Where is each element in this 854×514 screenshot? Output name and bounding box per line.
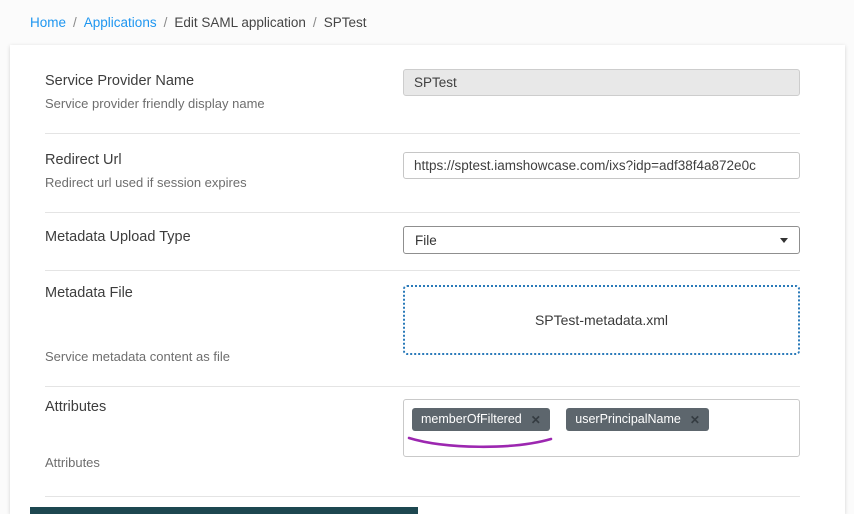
metadata-file-name: SPTest-metadata.xml: [535, 312, 668, 328]
edit-saml-application-form: Service Provider Name Service provider f…: [10, 45, 845, 514]
breadcrumb-separator: /: [73, 15, 77, 30]
metadata-upload-type-value: File: [415, 233, 437, 248]
breadcrumb-link-home[interactable]: Home: [30, 15, 66, 30]
attributes-input[interactable]: memberOfFiltered ✕ userPrincipalName ✕: [403, 399, 800, 457]
purple-underline-annotation: [405, 435, 555, 451]
redirect-url-help: Redirect url used if session expires: [45, 175, 403, 190]
field-row-attributes: Attributes Attributes memberOfFiltered ✕…: [45, 387, 800, 497]
remove-attribute-icon[interactable]: ✕: [531, 414, 541, 426]
field-row-redirect-url: Redirect Url Redirect url used if sessio…: [45, 134, 800, 213]
breadcrumb-item-edit-saml-application: Edit SAML application: [174, 15, 306, 30]
field-row-service-provider-name: Service Provider Name Service provider f…: [45, 45, 800, 134]
metadata-upload-type-label: Metadata Upload Type: [45, 229, 403, 245]
field-row-metadata-file: Metadata File Service metadata content a…: [45, 271, 800, 387]
attribute-chip-label: userPrincipalName: [575, 412, 681, 427]
attribute-chip-label: memberOfFiltered: [421, 412, 522, 427]
breadcrumb-separator: /: [164, 15, 168, 30]
metadata-upload-type-select[interactable]: File: [403, 226, 800, 254]
redirect-url-input[interactable]: [403, 152, 800, 179]
service-provider-name-label: Service Provider Name: [45, 73, 403, 89]
attribute-chip: userPrincipalName ✕: [566, 408, 709, 431]
metadata-file-dropzone[interactable]: SPTest-metadata.xml: [403, 285, 800, 355]
attributes-help: Attributes: [45, 455, 403, 470]
metadata-file-help: Service metadata content as file: [45, 349, 403, 364]
chevron-down-icon: [780, 238, 788, 243]
field-row-metadata-upload-type: Metadata Upload Type File: [45, 213, 800, 271]
breadcrumb-separator: /: [313, 15, 317, 30]
breadcrumb-link-applications[interactable]: Applications: [84, 15, 157, 30]
attribute-chip: memberOfFiltered ✕: [412, 408, 550, 431]
footer-bar: [30, 507, 418, 514]
redirect-url-label: Redirect Url: [45, 152, 403, 168]
service-provider-name-help: Service provider friendly display name: [45, 96, 403, 111]
breadcrumb: Home / Applications / Edit SAML applicat…: [0, 0, 854, 30]
metadata-file-label: Metadata File: [45, 285, 403, 301]
service-provider-name-input[interactable]: [403, 69, 800, 96]
remove-attribute-icon[interactable]: ✕: [690, 414, 700, 426]
breadcrumb-item-sptest: SPTest: [324, 15, 367, 30]
attributes-label: Attributes: [45, 399, 403, 415]
